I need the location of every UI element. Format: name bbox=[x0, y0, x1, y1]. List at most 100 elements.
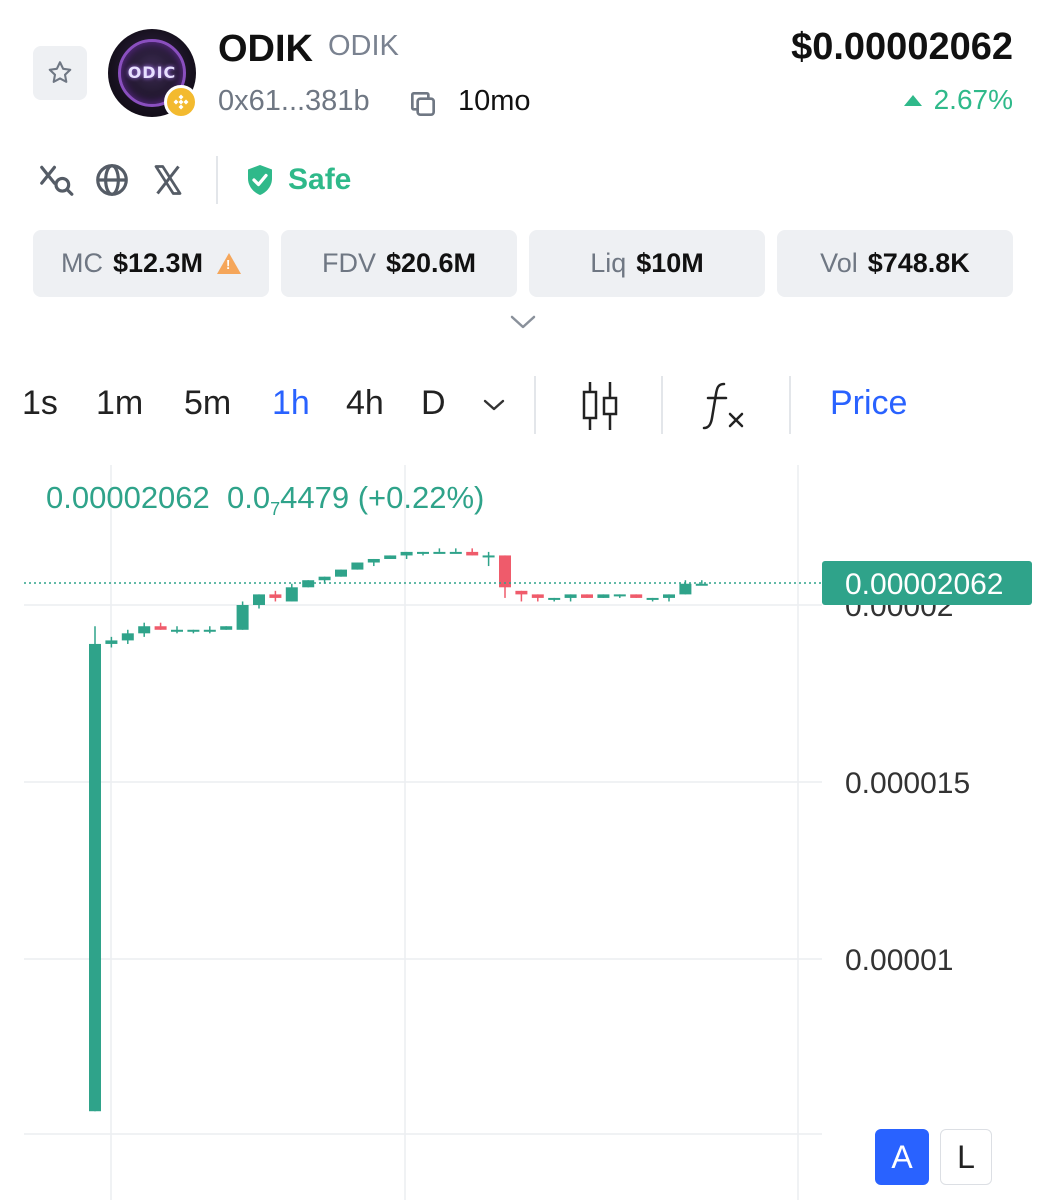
price-change: 2.67% bbox=[903, 84, 1013, 116]
stat-value: $20.6M bbox=[385, 248, 477, 278]
timeframe-1m[interactable]: 1m bbox=[96, 384, 143, 423]
candle-body bbox=[351, 562, 364, 570]
candle-body bbox=[285, 587, 298, 602]
candle-body bbox=[695, 583, 708, 586]
candle-body bbox=[384, 555, 397, 559]
candle-body bbox=[121, 633, 134, 641]
candle-body bbox=[89, 643, 101, 1112]
candle-body bbox=[482, 555, 495, 558]
timeframe-5m[interactable]: 5m bbox=[184, 384, 231, 423]
candle-body bbox=[417, 551, 429, 554]
token-name: ODIK bbox=[218, 28, 313, 70]
last-price-label: 0.00002062 bbox=[845, 568, 1004, 601]
price-axis-label: 0.000015 bbox=[845, 767, 970, 800]
candle-body bbox=[663, 594, 675, 598]
star-icon bbox=[48, 61, 72, 83]
candle-body bbox=[679, 583, 692, 595]
favorite-button[interactable] bbox=[33, 46, 87, 100]
warning-icon bbox=[217, 253, 242, 274]
candle-body bbox=[433, 551, 446, 554]
legend-delta-zeros: 7 bbox=[270, 499, 281, 520]
candle-body bbox=[318, 576, 331, 581]
stat-value: $12.3M bbox=[112, 248, 204, 278]
candle-body bbox=[253, 594, 265, 605]
copy-icon[interactable] bbox=[407, 88, 439, 120]
price-tab[interactable]: Price bbox=[830, 384, 907, 423]
timeframe-d[interactable]: D bbox=[421, 384, 446, 423]
candle-body bbox=[138, 626, 151, 634]
candle-body bbox=[154, 626, 167, 630]
candle-body bbox=[187, 629, 200, 632]
x-icon[interactable] bbox=[148, 160, 188, 200]
legend-delta-percent: (+0.22%) bbox=[357, 480, 485, 515]
legend-delta-digits: 4479 bbox=[280, 480, 350, 515]
safety-label: Safe bbox=[288, 163, 352, 196]
token-age: 10mo bbox=[458, 85, 531, 117]
stat-label: Vol bbox=[820, 248, 858, 278]
stat-value: $10M bbox=[636, 248, 704, 278]
candle-body bbox=[171, 629, 183, 632]
timeframe-1h[interactable]: 1h bbox=[272, 384, 310, 423]
timeframe-dropdown-chevron-icon[interactable] bbox=[481, 396, 507, 419]
token-symbol: ODIK bbox=[328, 30, 399, 62]
candlestick-chart[interactable]: 0.000020.0000150.000010.00002062 bbox=[0, 465, 1046, 1200]
stat-market-cap[interactable]: MC $12.3M bbox=[33, 230, 269, 297]
stat-fdv[interactable]: FDV $20.6M bbox=[281, 230, 517, 297]
timeframe-4h[interactable]: 4h bbox=[346, 384, 384, 423]
safety-badge[interactable]: Safe bbox=[242, 162, 351, 198]
token-logo-text: ODIC bbox=[127, 63, 177, 82]
divider bbox=[661, 376, 663, 434]
legend-last-price: 0.00002062 bbox=[46, 480, 210, 515]
globe-icon[interactable] bbox=[92, 160, 132, 200]
divider bbox=[789, 376, 791, 434]
candlestick-icon[interactable] bbox=[578, 378, 622, 439]
stat-label: Liq bbox=[590, 248, 627, 278]
ohlc-legend: 0.00002062 0.074479 (+0.22%) bbox=[46, 480, 484, 520]
candle-body bbox=[515, 590, 528, 595]
price-chart[interactable]: 0.00002 0.000015 0.00001 0.00002062 0.00002… bbox=[0, 465, 1046, 1200]
search-x-icon[interactable] bbox=[36, 160, 76, 200]
stat-label: FDV bbox=[321, 248, 376, 278]
bnb-chain-icon bbox=[164, 85, 198, 119]
candle-body bbox=[531, 594, 544, 598]
token-stats: MC $12.3M FDV $20.6M Liq $10M Vol $748.8… bbox=[33, 230, 1013, 297]
arrow-up-icon bbox=[903, 94, 922, 106]
shield-check-icon bbox=[248, 165, 272, 195]
social-links: Safe bbox=[36, 155, 351, 205]
timeframe-1s[interactable]: 1s bbox=[22, 384, 58, 423]
candle-body bbox=[597, 594, 610, 598]
stat-value: $748.8K bbox=[867, 248, 970, 278]
indicators-fx-icon[interactable] bbox=[702, 380, 750, 437]
legend-delta: 0.074479 (+0.22%) bbox=[227, 480, 485, 519]
candle-body bbox=[630, 594, 643, 598]
candle-body bbox=[646, 597, 659, 600]
divider bbox=[534, 376, 536, 434]
candle-body bbox=[220, 626, 233, 630]
candle-body bbox=[466, 551, 479, 556]
legend-delta-prefix: 0.0 bbox=[227, 480, 271, 515]
candle-body bbox=[105, 640, 118, 644]
divider bbox=[216, 156, 218, 204]
candle-body bbox=[269, 594, 282, 598]
chart-toolbar: 1s 1m 5m 1h 4h D Price bbox=[0, 370, 1046, 440]
candle-body bbox=[400, 551, 413, 556]
candle-body bbox=[548, 597, 561, 600]
price-change-value: 2.67% bbox=[933, 84, 1013, 115]
candle-body bbox=[367, 558, 380, 563]
candle-body bbox=[564, 594, 577, 598]
price-axis-label: 0.00001 bbox=[845, 944, 953, 977]
stat-liquidity[interactable]: Liq $10M bbox=[529, 230, 765, 297]
stat-label: MC bbox=[60, 248, 103, 278]
candle-body bbox=[581, 594, 593, 598]
auto-scale-button[interactable]: A bbox=[875, 1129, 929, 1185]
candle-body bbox=[203, 629, 216, 632]
candle-body bbox=[236, 605, 249, 630]
candle-body bbox=[613, 594, 626, 597]
log-scale-button[interactable]: L bbox=[940, 1129, 992, 1185]
expand-chevron-icon[interactable] bbox=[508, 310, 538, 334]
contract-address[interactable]: 0x61...381b bbox=[218, 85, 370, 118]
candle-body bbox=[335, 569, 347, 577]
candle-body bbox=[449, 551, 462, 554]
stat-volume[interactable]: Vol $748.8K bbox=[777, 230, 1013, 297]
current-price: $0.00002062 bbox=[791, 26, 1013, 68]
